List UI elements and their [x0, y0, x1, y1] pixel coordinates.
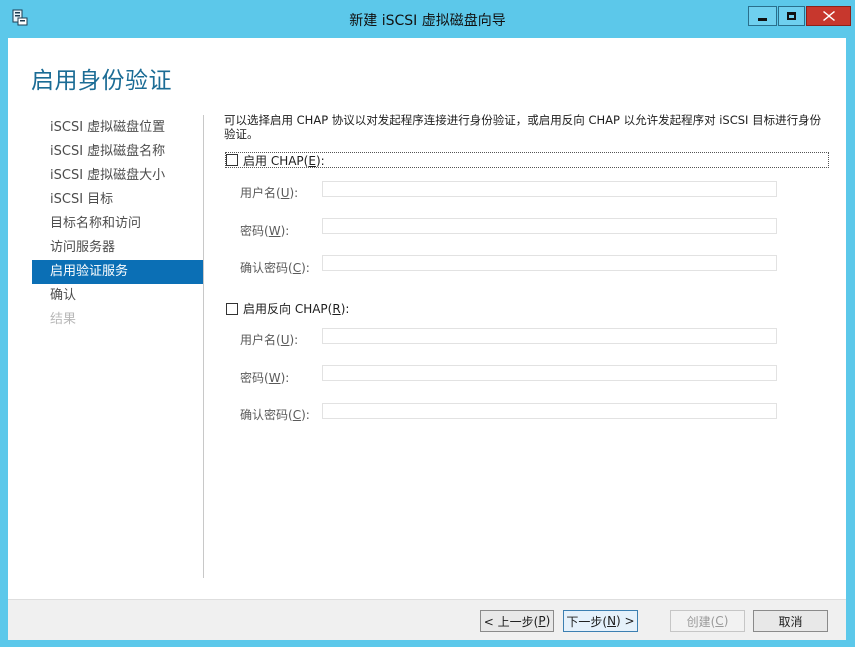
enable-chap-checkbox[interactable]: 启用 CHAP(E):	[225, 152, 829, 168]
wizard-step-item[interactable]: iSCSI 虚拟磁盘名称	[32, 140, 203, 164]
maximize-button[interactable]	[778, 6, 805, 26]
reverse-chap-confirm-password-input[interactable]	[322, 403, 777, 419]
checkbox-box[interactable]	[226, 302, 238, 315]
reverse-chap-username-label: 用户名(U):	[240, 333, 299, 347]
checkbox-box[interactable]	[226, 154, 238, 166]
reverse-chap-password-label: 密码(W):	[240, 371, 290, 385]
window-title: 新建 iSCSI 虚拟磁盘向导	[349, 13, 506, 29]
wizard-step-item[interactable]: 确认	[32, 284, 203, 308]
chap-password-input[interactable]	[322, 218, 777, 234]
close-button[interactable]	[806, 6, 851, 26]
next-button[interactable]: 下一步(N) >	[563, 610, 638, 632]
chap-username-label: 用户名(U):	[240, 186, 299, 200]
wizard-client-area: 启用身份验证 iSCSI 虚拟磁盘位置 iSCSI 虚拟磁盘名称 iSCSI 虚拟磁…	[8, 38, 846, 640]
previous-button[interactable]: < 上一步(P)	[480, 610, 554, 632]
wizard-step-item: 结果	[50, 312, 77, 327]
enable-chap-label: 启用 CHAP(E):	[243, 153, 325, 168]
enable-reverse-chap-checkbox[interactable]: 启用反向 CHAP(R):	[226, 300, 349, 317]
wizard-step-item[interactable]: 目标名称和访问	[32, 212, 203, 236]
wizard-footer: < 上一步(P) 下一步(N) > 创建(C) 取消	[8, 599, 846, 640]
wizard-step-item[interactable]: iSCSI 虚拟磁盘位置	[32, 116, 203, 140]
reverse-chap-password-input[interactable]	[322, 365, 777, 381]
wizard-step-item[interactable]: 访问服务器	[32, 236, 203, 260]
minimize-button[interactable]	[748, 6, 777, 26]
wizard-steps: iSCSI 虚拟磁盘位置 iSCSI 虚拟磁盘名称 iSCSI 虚拟磁盘大小 iSCS…	[32, 116, 203, 332]
reverse-chap-confirm-password-label: 确认密码(C):	[240, 408, 310, 422]
page-description: 可以选择启用 CHAP 协议以对发起程序连接进行身份验证，或启用反向 CHAP …	[224, 113, 822, 141]
chap-confirm-password-input[interactable]	[322, 255, 777, 271]
maximize-icon	[787, 12, 796, 20]
wizard-step-item[interactable]: iSCSI 虚拟磁盘大小	[32, 164, 203, 188]
page-title: 启用身份验证	[31, 68, 172, 94]
chap-username-input[interactable]	[322, 181, 777, 197]
title-bar: 新建 iSCSI 虚拟磁盘向导	[0, 0, 855, 38]
chap-password-label: 密码(W):	[240, 224, 290, 238]
minimize-icon	[758, 18, 767, 21]
create-button[interactable]: 创建(C)	[670, 610, 745, 632]
wizard-step-item[interactable]: 启用验证服务	[32, 260, 203, 284]
reverse-chap-username-input[interactable]	[322, 328, 777, 344]
enable-reverse-chap-label: 启用反向 CHAP(R):	[243, 302, 350, 316]
close-icon	[822, 11, 835, 21]
wizard-step-item[interactable]: iSCSI 目标	[32, 188, 203, 212]
chap-confirm-password-label: 确认密码(C):	[240, 261, 310, 275]
cancel-button[interactable]: 取消	[753, 610, 828, 632]
divider	[203, 115, 204, 578]
